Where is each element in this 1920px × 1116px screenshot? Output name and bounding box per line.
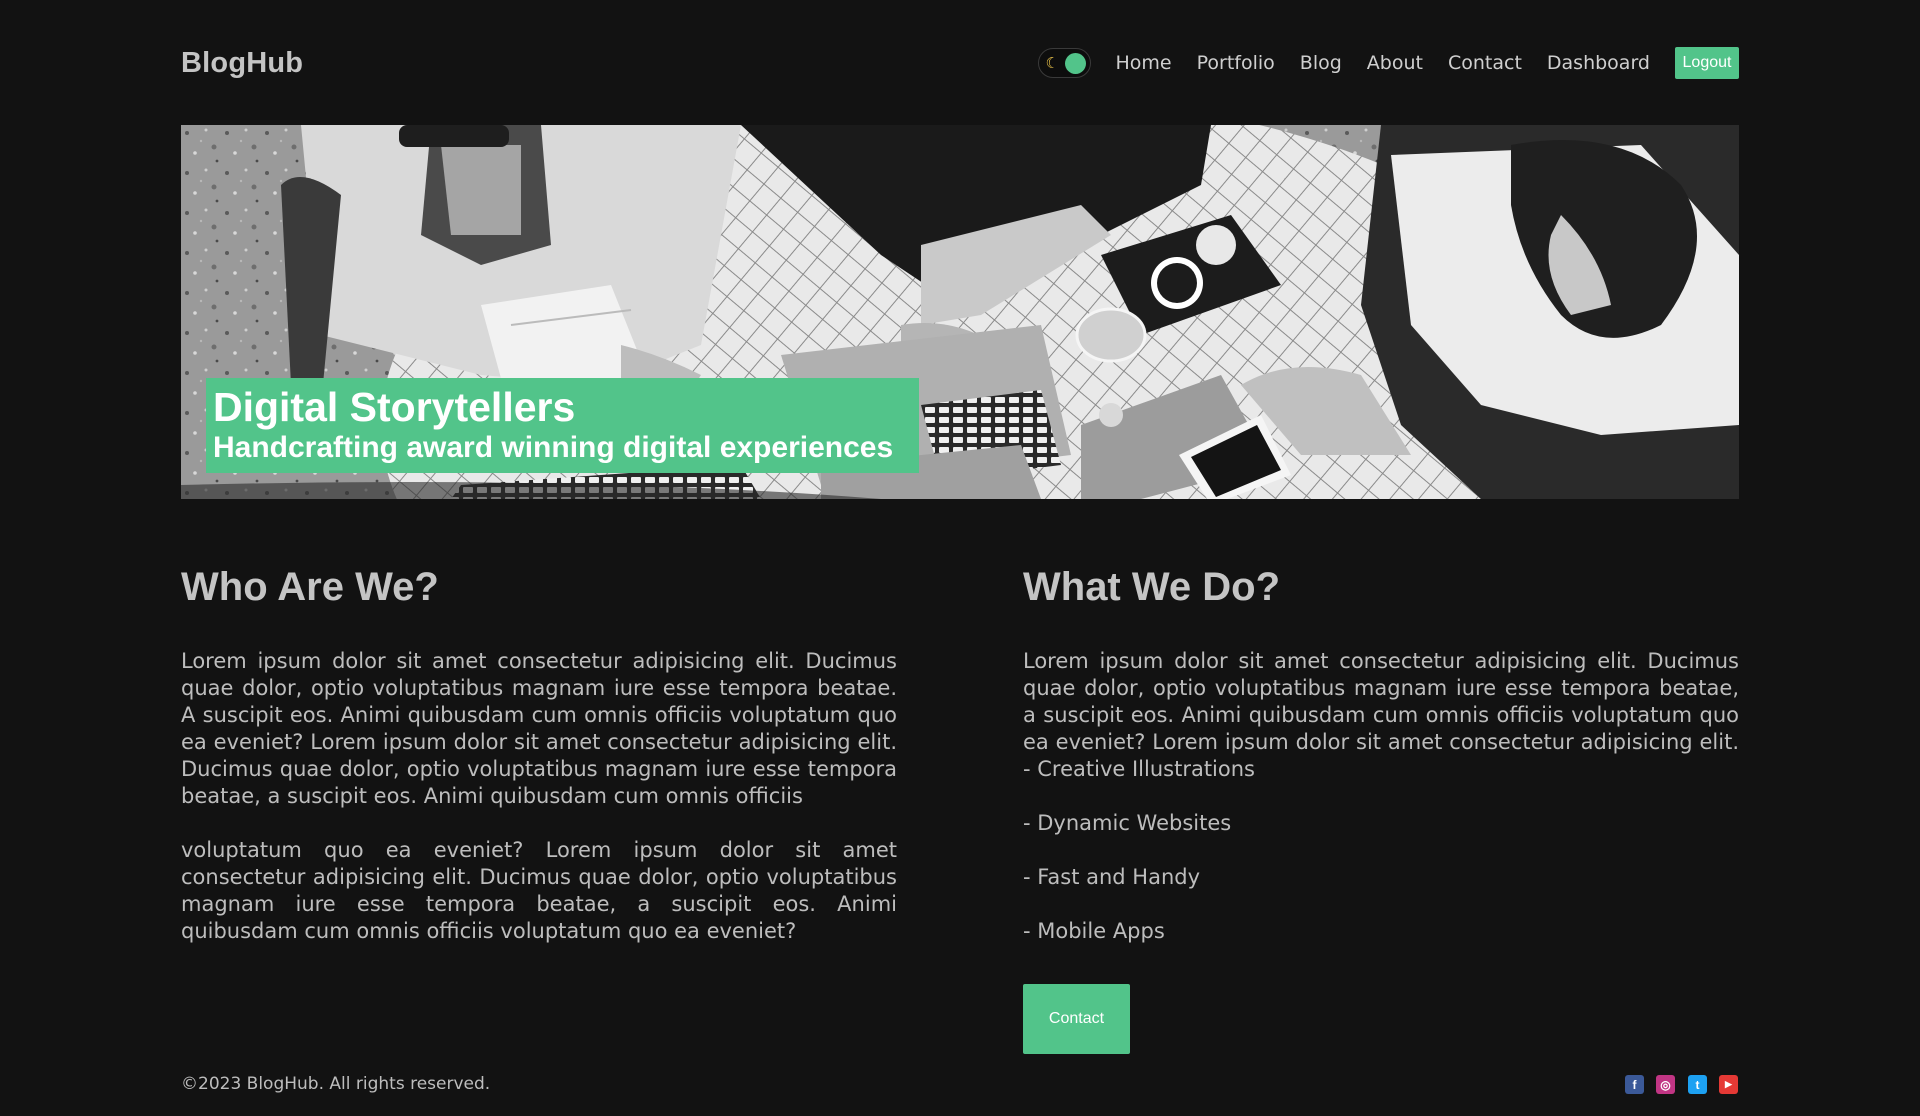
brand-logo[interactable]: BlogHub <box>181 47 303 80</box>
main-nav: ☾ Home Portfolio Blog About Contact Dash… <box>1037 47 1739 79</box>
what-heading: What We Do? <box>1023 565 1281 609</box>
hero-title: Digital Storytellers <box>213 384 576 430</box>
nav-blog[interactable]: Blog <box>1300 52 1342 74</box>
hero-subtitle: Handcrafting award winning digital exper… <box>213 431 894 464</box>
who-paragraph-2: voluptatum quo ea eveniet? Lorem ipsum d… <box>181 838 897 943</box>
theme-toggle[interactable]: ☾ <box>1037 48 1091 78</box>
youtube-icon[interactable]: ▶ <box>1719 1075 1738 1094</box>
logout-button[interactable]: Logout <box>1675 47 1739 79</box>
what-paragraph: Lorem ipsum dolor sit amet consectetur a… <box>1023 649 1739 781</box>
nav-contact[interactable]: Contact <box>1448 52 1522 74</box>
nav-dashboard[interactable]: Dashboard <box>1547 52 1650 74</box>
nav-about[interactable]: About <box>1367 52 1423 74</box>
site-header: BlogHub ☾ Home Portfolio Blog About Cont… <box>181 40 1739 86</box>
who-paragraph-1: Lorem ipsum dolor sit amet consectetur a… <box>181 649 897 808</box>
footer-copyright: ©2023 BlogHub. All rights reserved. <box>181 1074 491 1094</box>
moon-icon: ☾ <box>1045 54 1059 72</box>
contact-button[interactable]: Contact <box>1023 984 1130 1054</box>
nav-portfolio[interactable]: Portfolio <box>1197 52 1275 74</box>
service-item: - Mobile Apps <box>1023 919 1165 943</box>
service-item: - Dynamic Websites <box>1023 811 1232 835</box>
page: BlogHub ☾ Home Portfolio Blog About Cont… <box>0 0 1920 1116</box>
hero-caption: Digital Storytellers Handcrafting award … <box>206 378 919 473</box>
facebook-icon[interactable]: f <box>1625 1075 1644 1094</box>
hero-banner: Digital Storytellers Handcrafting award … <box>181 125 1739 499</box>
instagram-icon[interactable]: ◎ <box>1656 1075 1675 1094</box>
service-item: - Fast and Handy <box>1023 865 1201 889</box>
nav-home[interactable]: Home <box>1116 52 1172 74</box>
twitter-icon[interactable]: t <box>1688 1075 1707 1094</box>
toggle-knob <box>1064 53 1086 74</box>
who-heading: Who Are We? <box>181 565 439 609</box>
